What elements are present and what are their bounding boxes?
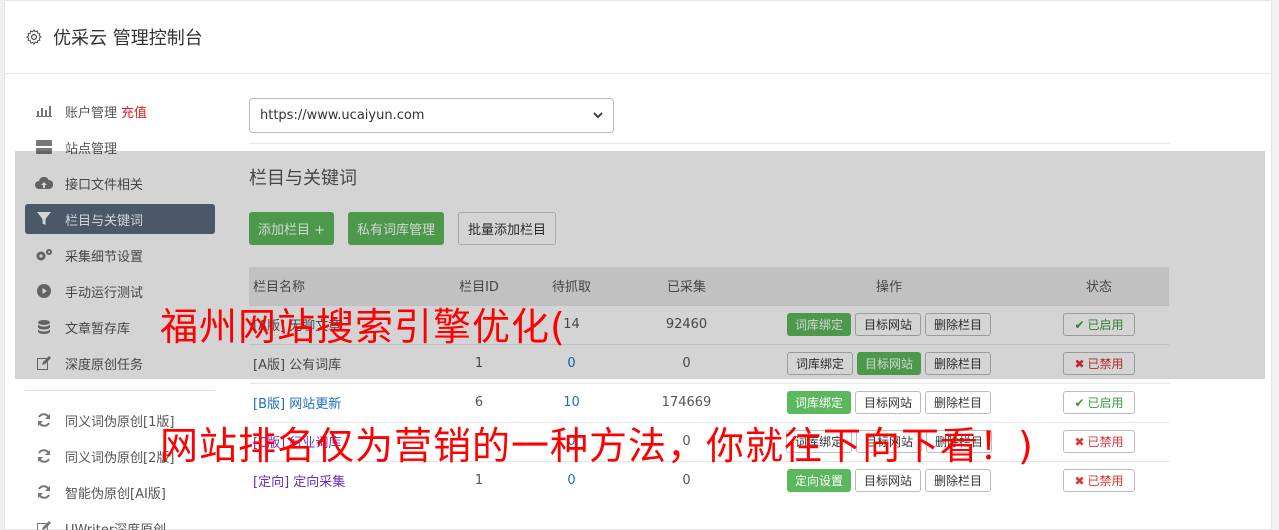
sidebar-item-label: 同义词伪原创[2版] bbox=[65, 450, 175, 466]
edit-icon bbox=[35, 521, 53, 530]
close-icon: ✖ bbox=[1074, 434, 1085, 449]
site-select[interactable]: https://www.ucaiyun.com bbox=[249, 98, 614, 133]
sidebar-item-label: UWriter深度原创 bbox=[65, 522, 167, 530]
status-label: 已启用 bbox=[1087, 396, 1124, 410]
app-title: 优采云 管理控制台 bbox=[53, 28, 203, 49]
status-label: 已禁用 bbox=[1087, 474, 1124, 489]
refresh-icon bbox=[35, 413, 53, 427]
header: 优采云 管理控制台 bbox=[5, 1, 1271, 74]
lexicon-bind-button[interactable]: 定向设置 bbox=[786, 469, 851, 493]
delete-column-button[interactable]: 删除栏目 bbox=[925, 391, 992, 414]
refresh-icon bbox=[35, 485, 53, 499]
lexicon-bind-button[interactable]: 词库绑定 bbox=[786, 391, 851, 414]
bar-chart-icon bbox=[35, 104, 53, 118]
refresh-icon bbox=[35, 449, 53, 463]
site-select-value: https://www.ucaiyun.com bbox=[260, 108, 425, 123]
sidebar-item-label: 同义词伪原创[1版] bbox=[65, 414, 175, 430]
status-cell: ✖ 已禁用 bbox=[1029, 460, 1169, 500]
chevron-down-icon bbox=[593, 108, 603, 123]
sidebar-item-uwriter[interactable]: UWriter深度原创 bbox=[25, 513, 215, 530]
status-cell: ✖ 已禁用 bbox=[1029, 421, 1169, 461]
sidebar-item-label: 智能伪原创[AI版] bbox=[65, 486, 166, 502]
sidebar-item-ai-rewrite[interactable]: 智能伪原创[AI版] bbox=[25, 477, 215, 507]
sidebar-item-account[interactable]: 账户管理 充值 bbox=[25, 96, 215, 126]
status-badge[interactable]: ✔ 已启用 bbox=[1063, 391, 1135, 414]
status-badge[interactable]: ✖ 已禁用 bbox=[1063, 469, 1135, 493]
recharge-link[interactable]: 充值 bbox=[121, 102, 147, 121]
sidebar-item-label: 账户管理 bbox=[65, 105, 118, 121]
target-site-button[interactable]: 目标网站 bbox=[854, 469, 921, 493]
divider bbox=[249, 143, 1169, 144]
promo-line-1: 福州网站搜索引擎优化( bbox=[160, 305, 566, 349]
status-cell: ✔ 已启用 bbox=[1029, 382, 1169, 422]
target-site-button[interactable]: 目标网站 bbox=[854, 391, 921, 414]
status-badge[interactable]: ✖ 已禁用 bbox=[1063, 430, 1135, 453]
close-icon: ✖ bbox=[1074, 473, 1085, 488]
check-icon: ✔ bbox=[1074, 395, 1085, 410]
promo-line-2: 网站排名仅为营销的一种方法，你就往下向下看！) bbox=[160, 424, 1034, 468]
delete-column-button[interactable]: 删除栏目 bbox=[925, 469, 992, 493]
gear-icon bbox=[25, 28, 43, 46]
sidebar-divider bbox=[25, 390, 215, 391]
status-label: 已禁用 bbox=[1087, 435, 1124, 449]
